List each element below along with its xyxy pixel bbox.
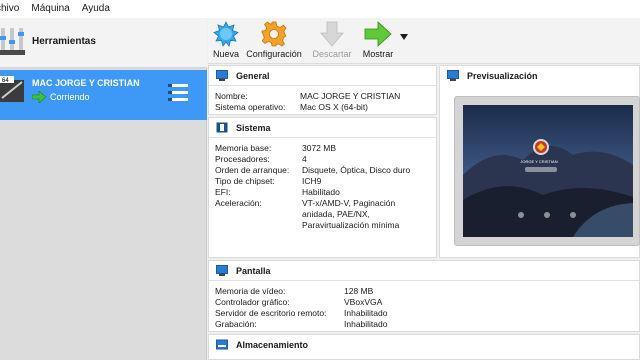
kv-value: Paravirtualización mínima <box>302 220 400 230</box>
kv-aceleracion-cont-1: anidada, PAE/NX, <box>215 209 432 220</box>
tools-item[interactable]: Herramientas <box>0 18 207 68</box>
kv-key: Nombre: <box>215 91 248 101</box>
running-arrow-icon <box>32 91 46 103</box>
kv-key: Memoria de vídeo: <box>215 286 286 296</box>
display-monitor-icon <box>216 265 228 276</box>
new-label: Nueva <box>212 49 239 59</box>
kv-procesadores: Procesadores: 4 <box>215 154 432 165</box>
kv-value: 128 MB <box>344 286 374 296</box>
preview-section: Previsualización JORGE Y CRISTIAN <box>439 65 640 258</box>
kv-value: Habilitado <box>302 187 340 197</box>
kv-controlador-grafico: Controlador gráfico: VBoxVGA <box>215 297 635 308</box>
storage-disk-icon <box>216 339 228 350</box>
kv-aceleracion-cont-2: Paravirtualización mínima <box>215 220 432 231</box>
new-button[interactable]: Nueva <box>212 21 240 63</box>
kv-memoria-video: Memoria de vídeo: 128 MB <box>215 286 635 297</box>
general-title: General <box>236 71 270 81</box>
menu-bar: chivo Máquina Ayuda <box>0 0 640 18</box>
kv-key: Servidor de escritorio remoto: <box>215 308 327 318</box>
chip-icon <box>216 122 228 133</box>
kv-value: anidada, PAE/NX, <box>302 209 370 219</box>
kv-value: 4 <box>302 154 307 164</box>
display-header[interactable]: Pantalla <box>209 261 639 281</box>
display-section: Pantalla Memoria de vídeo: 128 MB Contro… <box>208 260 640 332</box>
discard-arrow-icon <box>320 21 344 47</box>
discard-button[interactable]: Descartar <box>310 21 354 63</box>
macos-login-screenshot: JORGE Y CRISTIAN <box>463 105 633 237</box>
show-button[interactable]: Mostrar <box>360 21 396 63</box>
system-section: Sistema Memoria base: 3072 MB Procesador… <box>208 117 437 258</box>
virtualbox-manager-window: chivo Máquina Ayuda Herramientas 64 <box>0 0 640 360</box>
system-title: Sistema <box>236 123 271 133</box>
vm-preview-screen: JORGE Y CRISTIAN <box>463 105 633 237</box>
kv-value: Mac OS X (64-bit) <box>300 102 369 112</box>
new-icon <box>213 21 239 47</box>
show-label: Mostrar <box>362 49 394 59</box>
login-name-text: JORGE Y CRISTIAN <box>520 159 557 164</box>
kv-value: Inhabilitado <box>344 319 388 329</box>
storage-section: Almacenamiento <box>208 334 640 360</box>
vm-preview-frame[interactable]: JORGE Y CRISTIAN <box>454 96 640 246</box>
settings-label: Configuración <box>246 49 302 59</box>
kv-key: Grabación: <box>215 319 257 329</box>
vm-list-item[interactable]: 64 MAC JORGE Y CRISTIAN Corriendo <box>0 70 207 120</box>
storage-title: Almacenamiento <box>236 340 309 350</box>
kv-grabacion: Grabación: Inhabilitado <box>215 319 635 330</box>
kv-key: Sistema operativo: <box>215 102 286 112</box>
kv-value: Inhabilitado <box>344 308 388 318</box>
kv-key: Procesadores: <box>215 154 270 164</box>
os-badge-text: 64 <box>2 78 9 84</box>
preview-title: Previsualización <box>467 71 538 81</box>
kv-efi: EFI: Habilitado <box>215 187 432 198</box>
preview-header[interactable]: Previsualización <box>440 66 639 86</box>
machine-list-pane: Herramientas 64 MAC JORGE Y CRISTIAN Cor… <box>0 18 207 360</box>
kv-value: MAC JORGE Y CRISTIAN <box>300 91 401 101</box>
kv-value: VT-x/AMD-V, Paginación <box>302 198 396 208</box>
preview-monitor-icon <box>447 70 459 81</box>
kv-orden-arranque: Orden de arranque: Disquete, Óptica, Dis… <box>215 165 432 176</box>
menu-ayuda[interactable]: Ayuda <box>76 0 116 18</box>
system-header[interactable]: Sistema <box>209 118 436 138</box>
show-dropdown-arrow-icon[interactable] <box>400 34 408 40</box>
macos-icon: 64 <box>0 76 24 102</box>
storage-header[interactable]: Almacenamiento <box>209 335 639 355</box>
vm-state: Corriendo <box>50 92 90 102</box>
main-toolbar: Nueva Configuración Descartar Mostrar <box>208 18 640 64</box>
general-monitor-icon <box>216 70 228 81</box>
kv-value: 3072 MB <box>302 143 337 153</box>
kv-value: ICH9 <box>302 176 322 186</box>
discard-label: Descartar <box>312 49 352 59</box>
kv-servidor-remoto: Servidor de escritorio remoto: Inhabilit… <box>215 308 635 319</box>
gear-icon <box>261 21 287 47</box>
vm-name: MAC JORGE Y CRISTIAN <box>32 78 140 88</box>
kv-key: Controlador gráfico: <box>215 297 290 307</box>
tools-label: Herramientas <box>32 36 96 47</box>
details-pane: General Nombre: MAC JORGE Y CRISTIAN Sis… <box>208 65 640 360</box>
tools-icon <box>0 28 25 55</box>
kv-memoria-base: Memoria base: 3072 MB <box>215 143 432 154</box>
kv-nombre: Nombre: MAC JORGE Y CRISTIAN <box>215 91 432 102</box>
kv-key: Orden de arranque: <box>215 165 290 175</box>
kv-key: Tipo de chipset: <box>215 176 275 186</box>
kv-value: Disquete, Óptica, Disco duro <box>302 165 411 175</box>
general-section: General Nombre: MAC JORGE Y CRISTIAN Sis… <box>208 65 437 115</box>
kv-key: EFI: <box>215 187 231 197</box>
menu-maquina[interactable]: Máquina <box>25 0 75 18</box>
show-arrow-icon <box>364 21 392 47</box>
vm-details-menu-icon[interactable] <box>168 82 188 104</box>
general-header[interactable]: General <box>209 66 436 86</box>
kv-key: Aceleración: <box>215 198 262 208</box>
menu-archivo[interactable]: chivo <box>0 0 25 18</box>
kv-sistema-operativo: Sistema operativo: Mac OS X (64-bit) <box>215 102 432 113</box>
display-title: Pantalla <box>236 266 271 276</box>
settings-button[interactable]: Configuración <box>246 21 302 63</box>
kv-aceleracion: Aceleración: VT-x/AMD-V, Paginación <box>215 198 432 209</box>
kv-value: VBoxVGA <box>344 297 383 307</box>
kv-key: Memoria base: <box>215 143 272 153</box>
kv-tipo-chipset: Tipo de chipset: ICH9 <box>215 176 432 187</box>
